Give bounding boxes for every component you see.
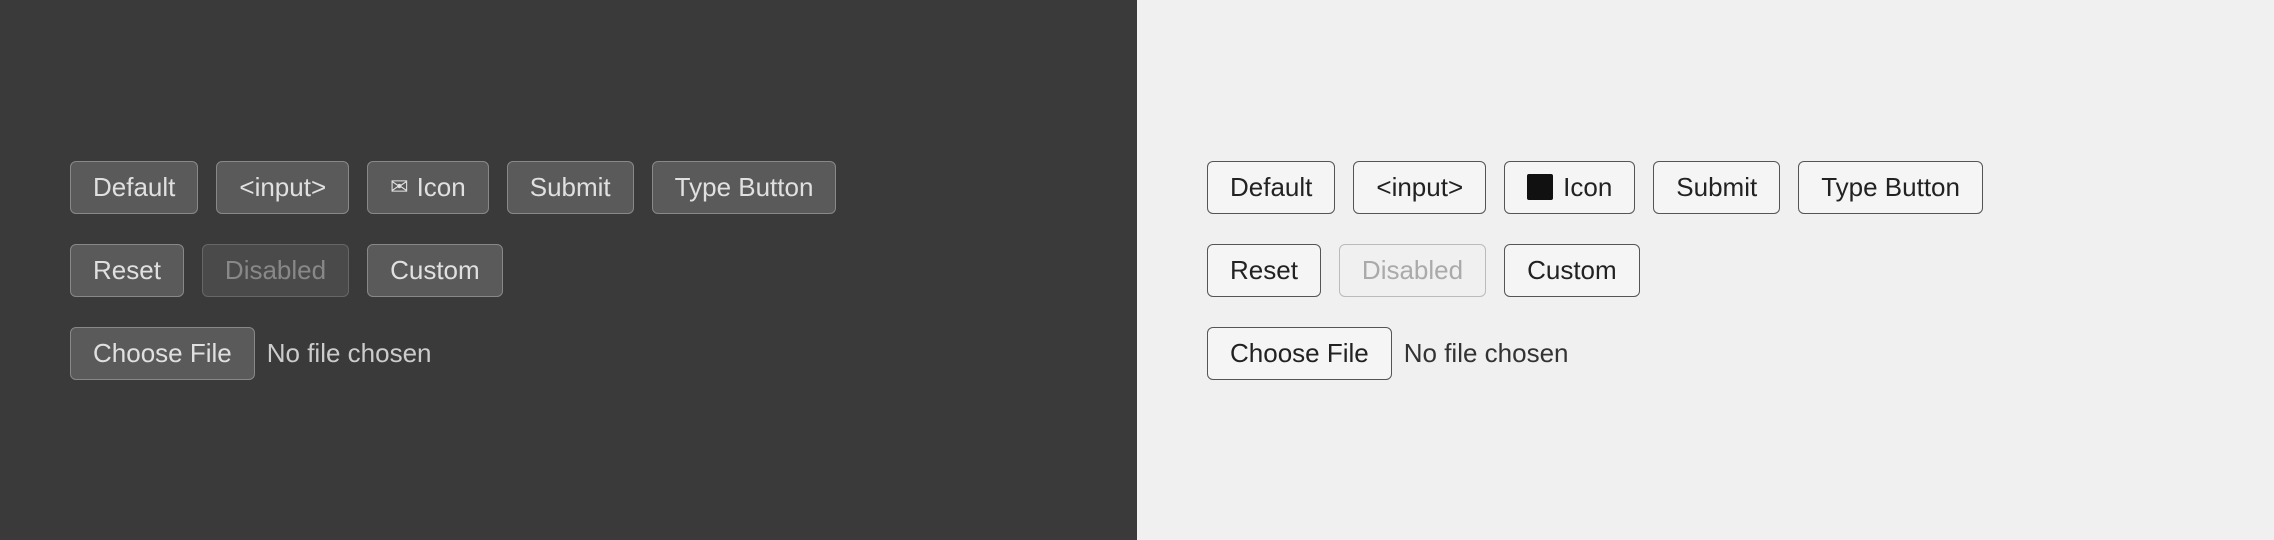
light-row-2: Reset Disabled Custom [1207,244,2204,297]
dark-choose-file-button[interactable]: Choose File [70,327,255,380]
envelope-icon: ✉ [390,176,408,198]
dark-reset-button[interactable]: Reset [70,244,184,297]
light-input-button[interactable]: <input> [1353,161,1486,214]
light-icon-button[interactable]: Icon [1504,161,1635,214]
dark-icon-label: Icon [417,172,466,203]
light-icon-label: Icon [1563,172,1612,203]
light-type-button[interactable]: Type Button [1798,161,1983,214]
dark-row-1: Default <input> ✉ Icon Submit Type Butto… [70,161,1067,214]
light-default-button[interactable]: Default [1207,161,1335,214]
light-custom-button[interactable]: Custom [1504,244,1640,297]
dark-row-2: Reset Disabled Custom [70,244,1067,297]
dark-panel: Default <input> ✉ Icon Submit Type Butto… [0,0,1137,540]
light-no-file-text: No file chosen [1404,338,1569,369]
dark-row-3: Choose File No file chosen [70,327,1067,380]
light-reset-button[interactable]: Reset [1207,244,1321,297]
dark-disabled-button: Disabled [202,244,349,297]
dark-no-file-text: No file chosen [267,338,432,369]
dark-icon-button[interactable]: ✉ Icon [367,161,489,214]
square-icon [1527,174,1553,200]
light-disabled-button: Disabled [1339,244,1486,297]
dark-type-button[interactable]: Type Button [652,161,837,214]
light-row-3: Choose File No file chosen [1207,327,2204,380]
dark-submit-button[interactable]: Submit [507,161,634,214]
light-choose-file-button[interactable]: Choose File [1207,327,1392,380]
light-submit-button[interactable]: Submit [1653,161,1780,214]
light-row-1: Default <input> Icon Submit Type Button [1207,161,2204,214]
light-panel: Default <input> Icon Submit Type Button … [1137,0,2274,540]
dark-input-button[interactable]: <input> [216,161,349,214]
dark-default-button[interactable]: Default [70,161,198,214]
dark-custom-button[interactable]: Custom [367,244,503,297]
